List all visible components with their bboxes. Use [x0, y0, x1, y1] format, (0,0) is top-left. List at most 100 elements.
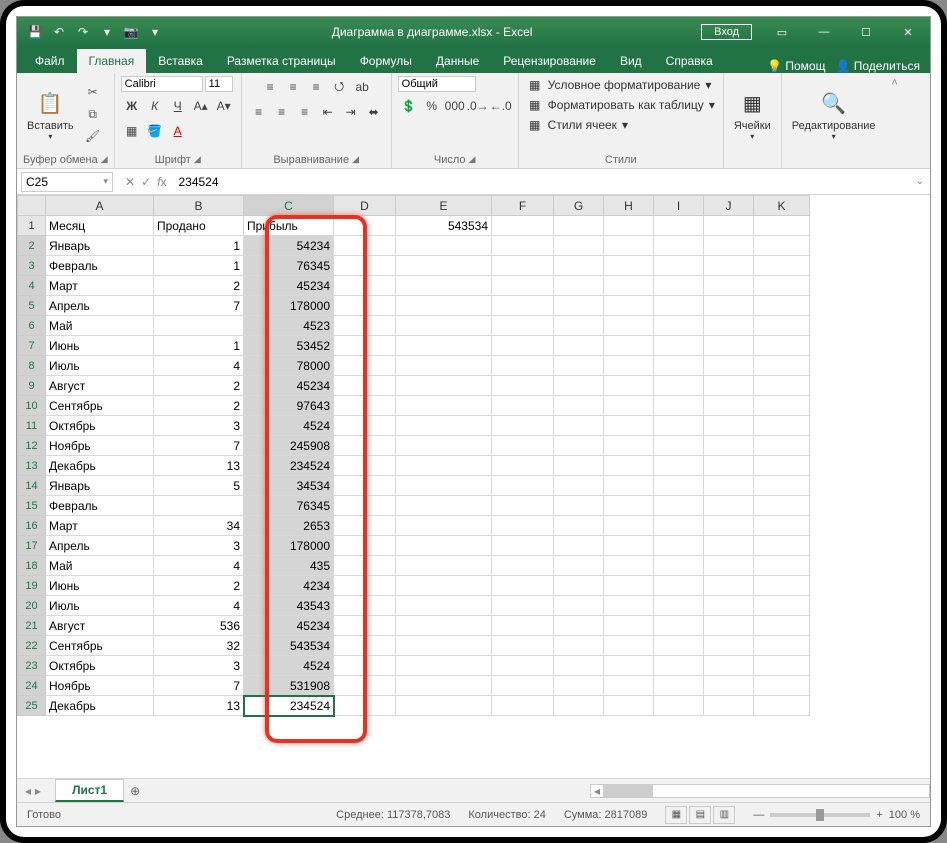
- tab-рецензирование[interactable]: Рецензирование: [491, 49, 608, 73]
- cell-C17[interactable]: 178000: [244, 536, 334, 556]
- cell-C14[interactable]: 34534: [244, 476, 334, 496]
- col-header-K[interactable]: K: [754, 196, 810, 216]
- tab-вставка[interactable]: Вставка: [146, 49, 215, 73]
- tab-формулы[interactable]: Формулы: [348, 49, 424, 73]
- copy-icon[interactable]: ⧉: [82, 104, 104, 124]
- cell-K8[interactable]: [754, 356, 810, 376]
- row-header-20[interactable]: 20: [18, 596, 46, 616]
- cell-A1[interactable]: Месяц: [46, 216, 154, 236]
- cell-J2[interactable]: [704, 236, 754, 256]
- row-header-11[interactable]: 11: [18, 416, 46, 436]
- cell-A22[interactable]: Сентябрь: [46, 636, 154, 656]
- cell-H22[interactable]: [604, 636, 654, 656]
- format-as-table-button[interactable]: ▦Форматировать как таблицу▾: [525, 96, 717, 114]
- col-header-A[interactable]: A: [46, 196, 154, 216]
- row-header-13[interactable]: 13: [18, 456, 46, 476]
- row-header-6[interactable]: 6: [18, 316, 46, 336]
- horizontal-scrollbar[interactable]: ◂: [590, 784, 930, 798]
- col-header-G[interactable]: G: [554, 196, 604, 216]
- zoom-level[interactable]: 100 %: [889, 809, 920, 821]
- cell-G10[interactable]: [554, 396, 604, 416]
- cell-D22[interactable]: [334, 636, 396, 656]
- redo-icon[interactable]: ↷: [75, 24, 91, 40]
- cell-A2[interactable]: Январь: [46, 236, 154, 256]
- cell-B20[interactable]: 4: [154, 596, 244, 616]
- cell-C18[interactable]: 435: [244, 556, 334, 576]
- cell-I20[interactable]: [654, 596, 704, 616]
- cell-C25[interactable]: 234524: [244, 696, 334, 716]
- number-format-input[interactable]: [398, 76, 476, 92]
- cell-B23[interactable]: 3: [154, 656, 244, 676]
- cell-G23[interactable]: [554, 656, 604, 676]
- row-header-8[interactable]: 8: [18, 356, 46, 376]
- cell-D21[interactable]: [334, 616, 396, 636]
- cell-D20[interactable]: [334, 596, 396, 616]
- row-header-9[interactable]: 9: [18, 376, 46, 396]
- cell-B3[interactable]: 1: [154, 256, 244, 276]
- cell-F25[interactable]: [492, 696, 554, 716]
- cell-H5[interactable]: [604, 296, 654, 316]
- cell-E21[interactable]: [396, 616, 492, 636]
- cell-D23[interactable]: [334, 656, 396, 676]
- cell-F6[interactable]: [492, 316, 554, 336]
- formula-input[interactable]: [170, 173, 909, 191]
- cell-A4[interactable]: Март: [46, 276, 154, 296]
- cell-E22[interactable]: [396, 636, 492, 656]
- cell-C23[interactable]: 4524: [244, 656, 334, 676]
- cell-A10[interactable]: Сентябрь: [46, 396, 154, 416]
- tab-справка[interactable]: Справка: [654, 49, 725, 73]
- cell-B16[interactable]: 34: [154, 516, 244, 536]
- cell-C11[interactable]: 4524: [244, 416, 334, 436]
- cell-B12[interactable]: 7: [154, 436, 244, 456]
- cell-I6[interactable]: [654, 316, 704, 336]
- bold-button[interactable]: Ж: [121, 95, 143, 117]
- maximize-icon[interactable]: ☐: [846, 18, 886, 46]
- cell-C4[interactable]: 45234: [244, 276, 334, 296]
- zoom-control[interactable]: — + 100 %: [753, 809, 920, 821]
- cell-C21[interactable]: 45234: [244, 616, 334, 636]
- cell-D15[interactable]: [334, 496, 396, 516]
- cell-J25[interactable]: [704, 696, 754, 716]
- col-header-F[interactable]: F: [492, 196, 554, 216]
- cell-J19[interactable]: [704, 576, 754, 596]
- camera-icon[interactable]: 📷: [123, 24, 139, 40]
- cell-G16[interactable]: [554, 516, 604, 536]
- align-launcher-icon[interactable]: ◢: [352, 154, 359, 166]
- cell-J14[interactable]: [704, 476, 754, 496]
- align-bottom-icon[interactable]: ≡: [305, 76, 327, 98]
- cell-G5[interactable]: [554, 296, 604, 316]
- cell-K15[interactable]: [754, 496, 810, 516]
- cell-D12[interactable]: [334, 436, 396, 456]
- cell-J1[interactable]: [704, 216, 754, 236]
- editing-button[interactable]: 🔍Редактирование▾: [788, 86, 880, 143]
- sheet-nav-next-icon[interactable]: ▸: [35, 784, 41, 798]
- cell-J18[interactable]: [704, 556, 754, 576]
- row-header-7[interactable]: 7: [18, 336, 46, 356]
- cell-J20[interactable]: [704, 596, 754, 616]
- borders-icon[interactable]: ▦: [121, 120, 143, 142]
- qat-more-icon[interactable]: ▾: [147, 24, 163, 40]
- cell-E12[interactable]: [396, 436, 492, 456]
- cell-F9[interactable]: [492, 376, 554, 396]
- cell-C9[interactable]: 45234: [244, 376, 334, 396]
- cell-C1[interactable]: Прибыль: [244, 216, 334, 236]
- cell-H21[interactable]: [604, 616, 654, 636]
- cell-B6[interactable]: [154, 316, 244, 336]
- cell-G1[interactable]: [554, 216, 604, 236]
- cell-G18[interactable]: [554, 556, 604, 576]
- cell-I21[interactable]: [654, 616, 704, 636]
- col-header-E[interactable]: E: [396, 196, 492, 216]
- paste-button[interactable]: 📋 Вставить ▾: [23, 86, 78, 143]
- cell-F23[interactable]: [492, 656, 554, 676]
- cell-J16[interactable]: [704, 516, 754, 536]
- cell-C7[interactable]: 53452: [244, 336, 334, 356]
- font-color-icon[interactable]: A: [167, 120, 189, 142]
- cell-K13[interactable]: [754, 456, 810, 476]
- cell-C8[interactable]: 78000: [244, 356, 334, 376]
- cell-G9[interactable]: [554, 376, 604, 396]
- cell-A14[interactable]: Январь: [46, 476, 154, 496]
- cells-button[interactable]: ▦Ячейки▾: [730, 86, 775, 143]
- cell-I22[interactable]: [654, 636, 704, 656]
- cell-K20[interactable]: [754, 596, 810, 616]
- cell-C22[interactable]: 543534: [244, 636, 334, 656]
